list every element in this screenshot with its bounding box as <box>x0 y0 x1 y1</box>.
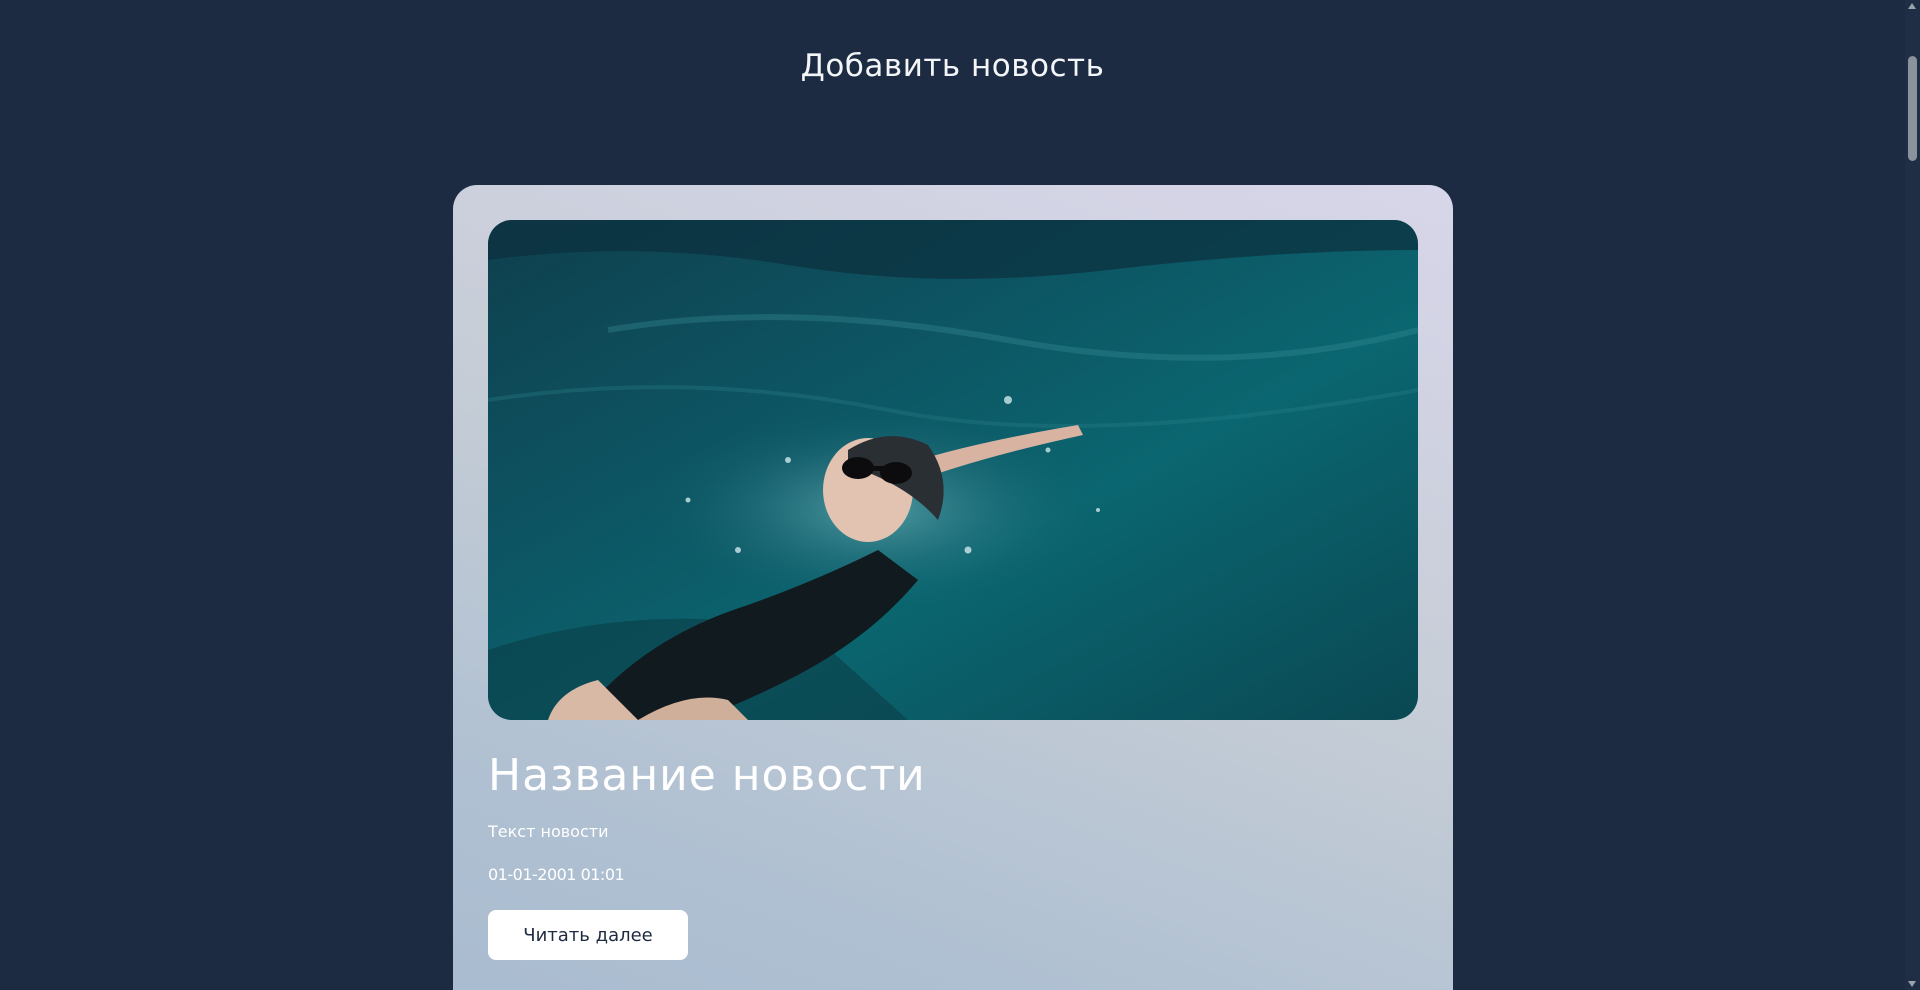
add-news-link[interactable]: Добавить новость <box>0 48 1905 84</box>
news-title: Название новости <box>488 750 926 801</box>
news-text: Текст новости <box>488 822 609 841</box>
read-more-button[interactable]: Читать далее <box>488 910 688 960</box>
news-image <box>488 220 1418 720</box>
scroll-thumb[interactable] <box>1908 56 1917 161</box>
news-date: 01-01-2001 01:01 <box>488 865 625 884</box>
scroll-down-icon[interactable] <box>1908 981 1916 987</box>
swimmer-photo-icon <box>488 220 1418 720</box>
vertical-scrollbar[interactable] <box>1905 0 1920 990</box>
scroll-up-icon[interactable] <box>1908 3 1916 9</box>
page: Добавить новость Название новости Текст … <box>0 0 1905 990</box>
news-card: Название новости Текст новости 01-01-200… <box>453 185 1453 990</box>
